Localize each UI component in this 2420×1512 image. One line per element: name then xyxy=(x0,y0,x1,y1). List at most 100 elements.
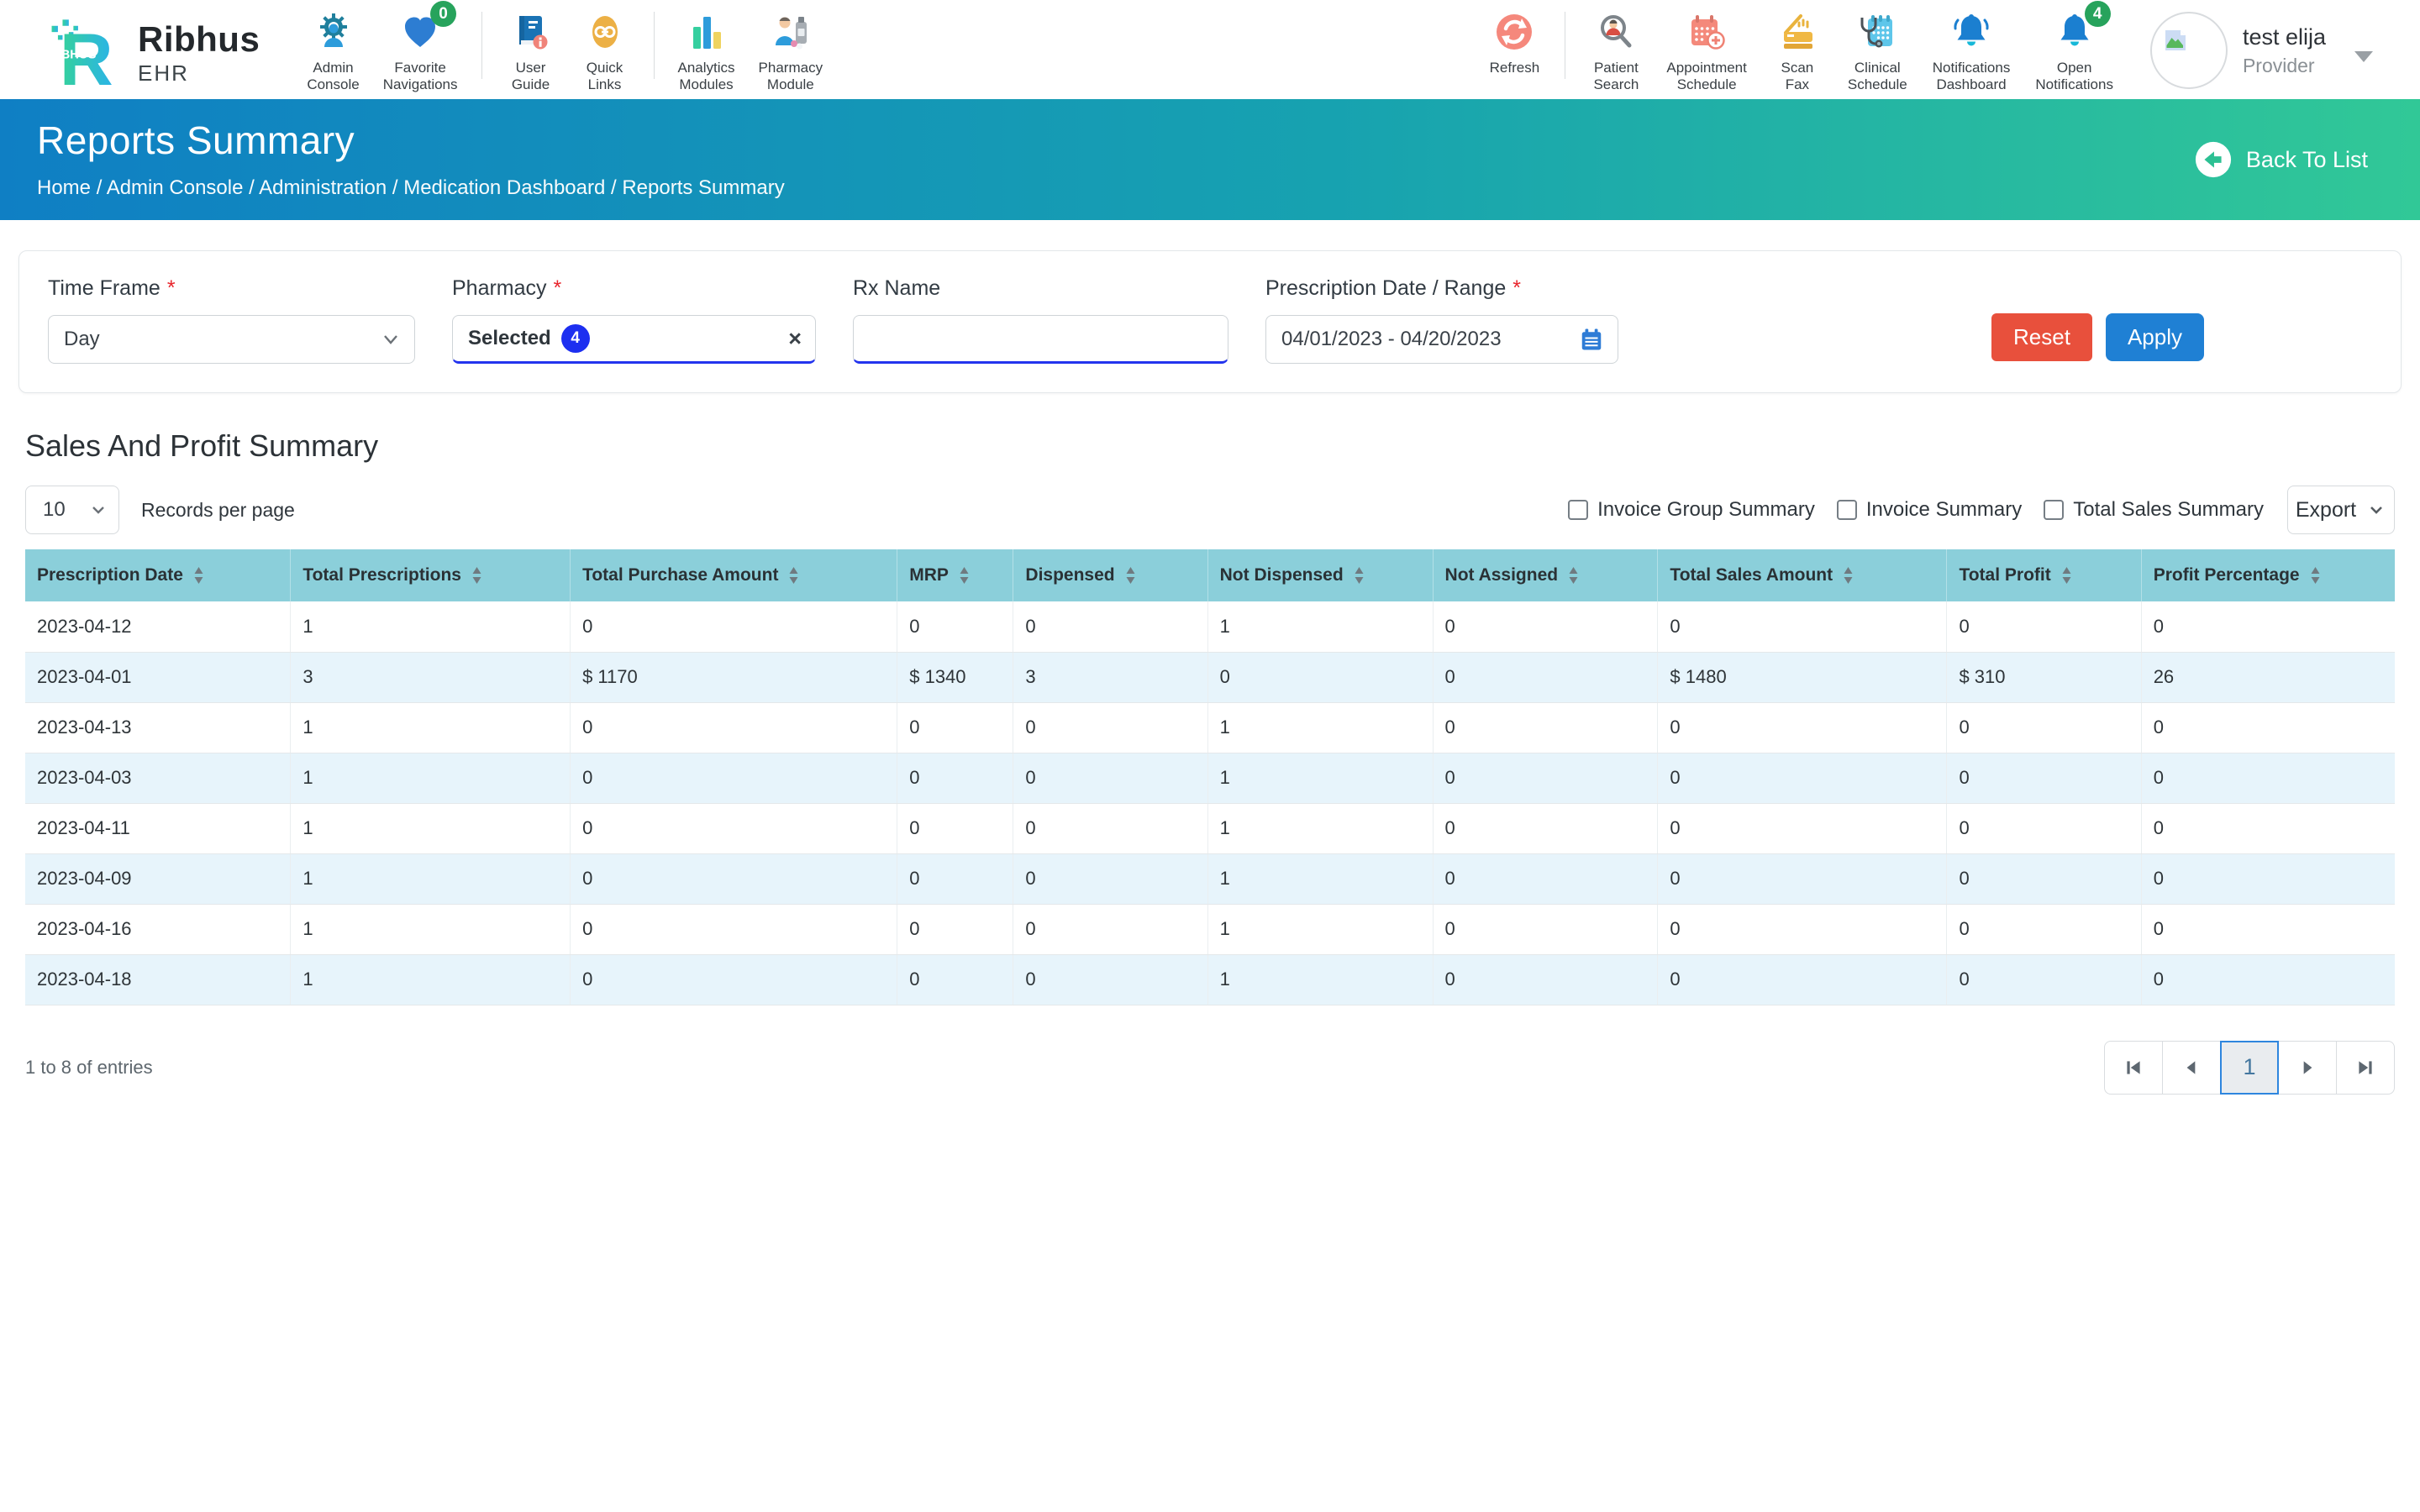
nav-label: Open Notifications xyxy=(2035,60,2113,94)
sort-icon[interactable] xyxy=(2310,566,2321,585)
first-page-button[interactable] xyxy=(2104,1041,2163,1095)
sort-icon[interactable] xyxy=(1354,566,1365,585)
nav-refresh[interactable]: Refresh xyxy=(1489,10,1539,76)
sort-icon[interactable] xyxy=(1125,566,1136,585)
open-notifications-bell-icon: 4 xyxy=(2053,10,2096,54)
sort-icon[interactable] xyxy=(2061,566,2072,585)
nav-clinical-schedule[interactable]: Clinical Schedule xyxy=(1848,10,1907,94)
column-header-not-assigned[interactable]: Not Assigned xyxy=(1433,549,1658,601)
svg-text:BHUS: BHUS xyxy=(61,49,97,62)
sort-icon[interactable] xyxy=(1843,566,1854,585)
sort-icon[interactable] xyxy=(788,566,799,585)
filter-actions: Reset Apply xyxy=(1991,276,2204,364)
column-header-prescription-date[interactable]: Prescription Date xyxy=(25,549,291,601)
back-to-list-button[interactable]: Back To List xyxy=(2194,140,2368,179)
table-cell: 0 xyxy=(1433,702,1658,753)
column-header-profit-percentage[interactable]: Profit Percentage xyxy=(2141,549,2395,601)
table-cell: 0 xyxy=(1013,954,1207,1005)
table-cell: 0 xyxy=(1658,954,1947,1005)
nav-patient-search[interactable]: Patient Search xyxy=(1591,10,1641,94)
nav-scan-fax[interactable]: Scan Fax xyxy=(1772,10,1823,94)
checkbox-input[interactable] xyxy=(1837,500,1857,520)
nav-admin-console[interactable]: Admin Console xyxy=(307,10,359,94)
sort-icon[interactable] xyxy=(193,566,204,585)
table-cell: 2023-04-09 xyxy=(25,853,291,904)
nav-favorite-navigations[interactable]: 0 Favorite Navigations xyxy=(383,10,458,94)
table-cell: 0 xyxy=(897,904,1013,954)
sort-icon[interactable] xyxy=(1568,566,1579,585)
table-cell: 1 xyxy=(291,601,571,652)
nav-notifications-dashboard[interactable]: Notifications Dashboard xyxy=(1933,10,2011,94)
checkbox-input[interactable] xyxy=(1568,500,1588,520)
nav-label: Notifications Dashboard xyxy=(1933,60,2011,94)
nav-open-notifications[interactable]: 4 Open Notifications xyxy=(2035,10,2113,94)
date-range-value: 04/01/2023 - 04/20/2023 xyxy=(1281,328,1502,351)
table-cell: 1 xyxy=(291,954,571,1005)
time-frame-select[interactable]: Day xyxy=(48,315,415,364)
checkbox-label: Invoice Group Summary xyxy=(1597,498,1815,522)
pharmacy-clear-icon[interactable]: × xyxy=(788,328,802,350)
sort-icon[interactable] xyxy=(959,566,970,585)
rx-name-input[interactable] xyxy=(869,316,1214,361)
nav-analytics-modules[interactable]: Analytics Modules xyxy=(678,10,735,94)
table-cell: 0 xyxy=(2141,853,2395,904)
reset-button[interactable]: Reset xyxy=(1991,313,2092,361)
next-page-icon xyxy=(2296,1057,2318,1079)
table-cell: 1 xyxy=(1207,702,1433,753)
broken-image-icon xyxy=(2160,25,2191,55)
table-cell: 0 xyxy=(2141,702,2395,753)
export-button[interactable]: Export xyxy=(2287,486,2395,534)
notifications-bell-icon xyxy=(1949,10,1993,54)
page-title: Reports Summary xyxy=(37,118,2420,163)
table-body: 2023-04-121000100002023-04-013$ 1170$ 13… xyxy=(25,601,2395,1005)
column-header-total-profit[interactable]: Total Profit xyxy=(1947,549,2141,601)
pharmacy-select[interactable]: Selected 4 × xyxy=(452,315,816,364)
nav-appointment-schedule[interactable]: Appointment Schedule xyxy=(1666,10,1746,94)
nav-user-guide[interactable]: User Guide xyxy=(506,10,556,94)
ribhus-logo-icon: R BHUS xyxy=(47,13,128,94)
last-page-button[interactable] xyxy=(2336,1041,2395,1095)
page-header: Reports Summary Home / Admin Console / A… xyxy=(0,99,2420,220)
next-page-button[interactable] xyxy=(2278,1041,2337,1095)
column-header-not-dispensed[interactable]: Not Dispensed xyxy=(1207,549,1433,601)
date-range-input[interactable]: 04/01/2023 - 04/20/2023 xyxy=(1265,315,1618,364)
column-header-total-sales-amount[interactable]: Total Sales Amount xyxy=(1658,549,1947,601)
table-cell: 0 xyxy=(1658,601,1947,652)
table-row: 2023-04-11100010000 xyxy=(25,803,2395,853)
table-cell: 0 xyxy=(1433,601,1658,652)
table-header-row: Prescription DateTotal PrescriptionsTota… xyxy=(25,549,2395,601)
column-header-dispensed[interactable]: Dispensed xyxy=(1013,549,1207,601)
nav-quick-links[interactable]: Quick Links xyxy=(580,10,630,94)
apply-button[interactable]: Apply xyxy=(2106,313,2204,361)
column-header-total-prescriptions[interactable]: Total Prescriptions xyxy=(291,549,571,601)
nav-pharmacy-module[interactable]: Pharmacy Module xyxy=(759,10,823,94)
table-cell: 2023-04-01 xyxy=(25,652,291,702)
summary-options: Invoice Group Summary Invoice Summary Tota… xyxy=(1568,486,2395,534)
nav-right-group: Refresh Patient Search xyxy=(1489,10,2113,94)
user-menu[interactable]: test elija Provider xyxy=(2150,12,2373,89)
date-range-field: Prescription Date / Range* 04/01/2023 - … xyxy=(1265,276,1618,364)
brand-logo[interactable]: R BHUS Ribhus EHR xyxy=(47,13,260,94)
nav-left-group: Admin Console 0 Favorite Navigations xyxy=(307,10,823,94)
previous-page-button[interactable] xyxy=(2162,1041,2221,1095)
checkbox-invoice-summary[interactable]: Invoice Summary xyxy=(1837,498,2022,522)
nav-label: Patient Search xyxy=(1591,60,1641,94)
previous-page-icon xyxy=(2181,1057,2202,1079)
checkbox-total-sales-summary[interactable]: Total Sales Summary xyxy=(2044,498,2264,522)
breadcrumb[interactable]: Home / Admin Console / Administration / … xyxy=(37,176,2420,200)
table-cell: 0 xyxy=(1433,954,1658,1005)
favorites-count-badge: 0 xyxy=(430,1,456,27)
table-cell: 2023-04-16 xyxy=(25,904,291,954)
records-per-page-select[interactable]: 10 xyxy=(25,486,119,534)
page-number-button[interactable]: 1 xyxy=(2220,1041,2279,1095)
user-menu-caret-icon[interactable] xyxy=(2354,51,2373,62)
checkbox-input[interactable] xyxy=(2044,500,2064,520)
column-header-total-purchase-amount[interactable]: Total Purchase Amount xyxy=(571,549,897,601)
column-header-mrp[interactable]: MRP xyxy=(897,549,1013,601)
records-per-page-label: Records per page xyxy=(141,499,295,522)
sort-icon[interactable] xyxy=(471,566,482,585)
checkbox-invoice-group-summary[interactable]: Invoice Group Summary xyxy=(1568,498,1815,522)
nav-label: Admin Console xyxy=(307,60,359,94)
calendar-icon[interactable] xyxy=(1579,327,1604,352)
table-row: 2023-04-16100010000 xyxy=(25,904,2395,954)
